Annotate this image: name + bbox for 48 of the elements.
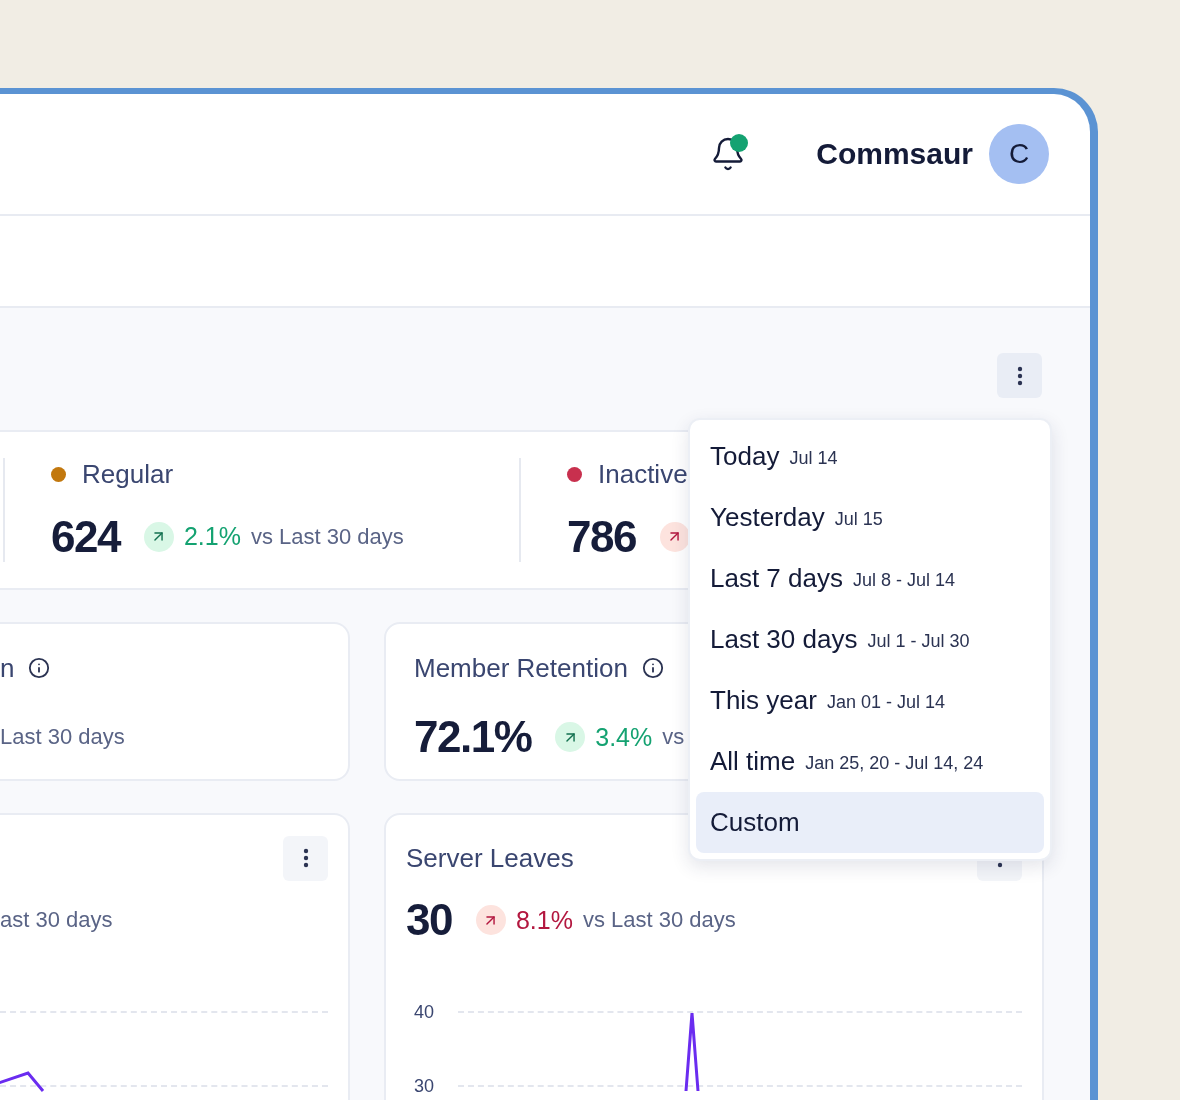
date-range: Jul 8 - Jul 14 [853, 570, 956, 591]
change-percent: 8.1% [515, 905, 573, 935]
comparison-text: vs Last 30 days [250, 523, 404, 550]
user-avatar[interactable]: C [989, 124, 1049, 184]
option-label: Yesterday [710, 502, 825, 533]
card-title: Member Retention [414, 652, 628, 684]
user-name: Commsaur [816, 137, 973, 171]
segment-label: Inactive [598, 458, 688, 490]
option-label: All time [710, 746, 796, 777]
line-chart-drawing [0, 1071, 45, 1093]
date-range: Jan 25, 20 - Jul 14, 24 [805, 753, 984, 774]
card-title: n [0, 652, 15, 684]
menu-item[interactable]: Yesterday Jul 15 [696, 487, 1044, 548]
menu-item[interactable]: Last 30 days Jul 1 - Jul 30 [696, 609, 1044, 670]
menu-item[interactable]: Last 7 days Jul 8 - Jul 14 [696, 548, 1044, 609]
axis-label: 30 [413, 1075, 435, 1097]
axis-label: 40 [413, 1001, 435, 1023]
date-range: Jul 15 [834, 509, 883, 530]
menu-item[interactable]: All time Jan 25, 20 - Jul 14, 24 [696, 731, 1044, 792]
option-label: Today [710, 441, 780, 472]
comparison-text: ast 30 days [0, 907, 113, 933]
option-label: This year [710, 685, 817, 716]
option-label: Custom [710, 807, 800, 838]
date-range: Jul 14 [789, 448, 838, 469]
card-title: Server Leaves [406, 842, 574, 874]
metric-value: 72.1% [414, 712, 532, 762]
option-label: Last 7 days [710, 563, 843, 594]
comparison-text: Last 30 days [0, 724, 125, 750]
change-percent: 3.4% [595, 722, 653, 752]
change-percent: 2.1% [183, 522, 241, 551]
segment-value: 624 [51, 511, 120, 562]
comparison-text: vs [662, 724, 685, 750]
menu-item[interactable]: This year Jan 01 - Jul 14 [696, 670, 1044, 731]
menu-item[interactable]: Custom [696, 792, 1044, 853]
segment-value: 786 [567, 511, 636, 562]
option-label: Last 30 days [710, 624, 858, 655]
more-icon [302, 848, 309, 868]
more-options-button[interactable] [997, 353, 1042, 398]
comparison-text: vs Last 30 days [582, 907, 736, 933]
info-icon[interactable] [28, 657, 51, 679]
more-options-button[interactable] [283, 835, 328, 881]
segment-label: Regular [82, 458, 174, 490]
chart-value: 30 [406, 895, 452, 945]
date-range: Jan 01 - Jul 14 [826, 692, 945, 713]
info-icon[interactable] [641, 657, 664, 679]
more-icon [1016, 365, 1023, 386]
date-range: Jul 1 - Jul 30 [867, 631, 970, 652]
menu-item[interactable]: Today Jul 14 [696, 426, 1044, 487]
